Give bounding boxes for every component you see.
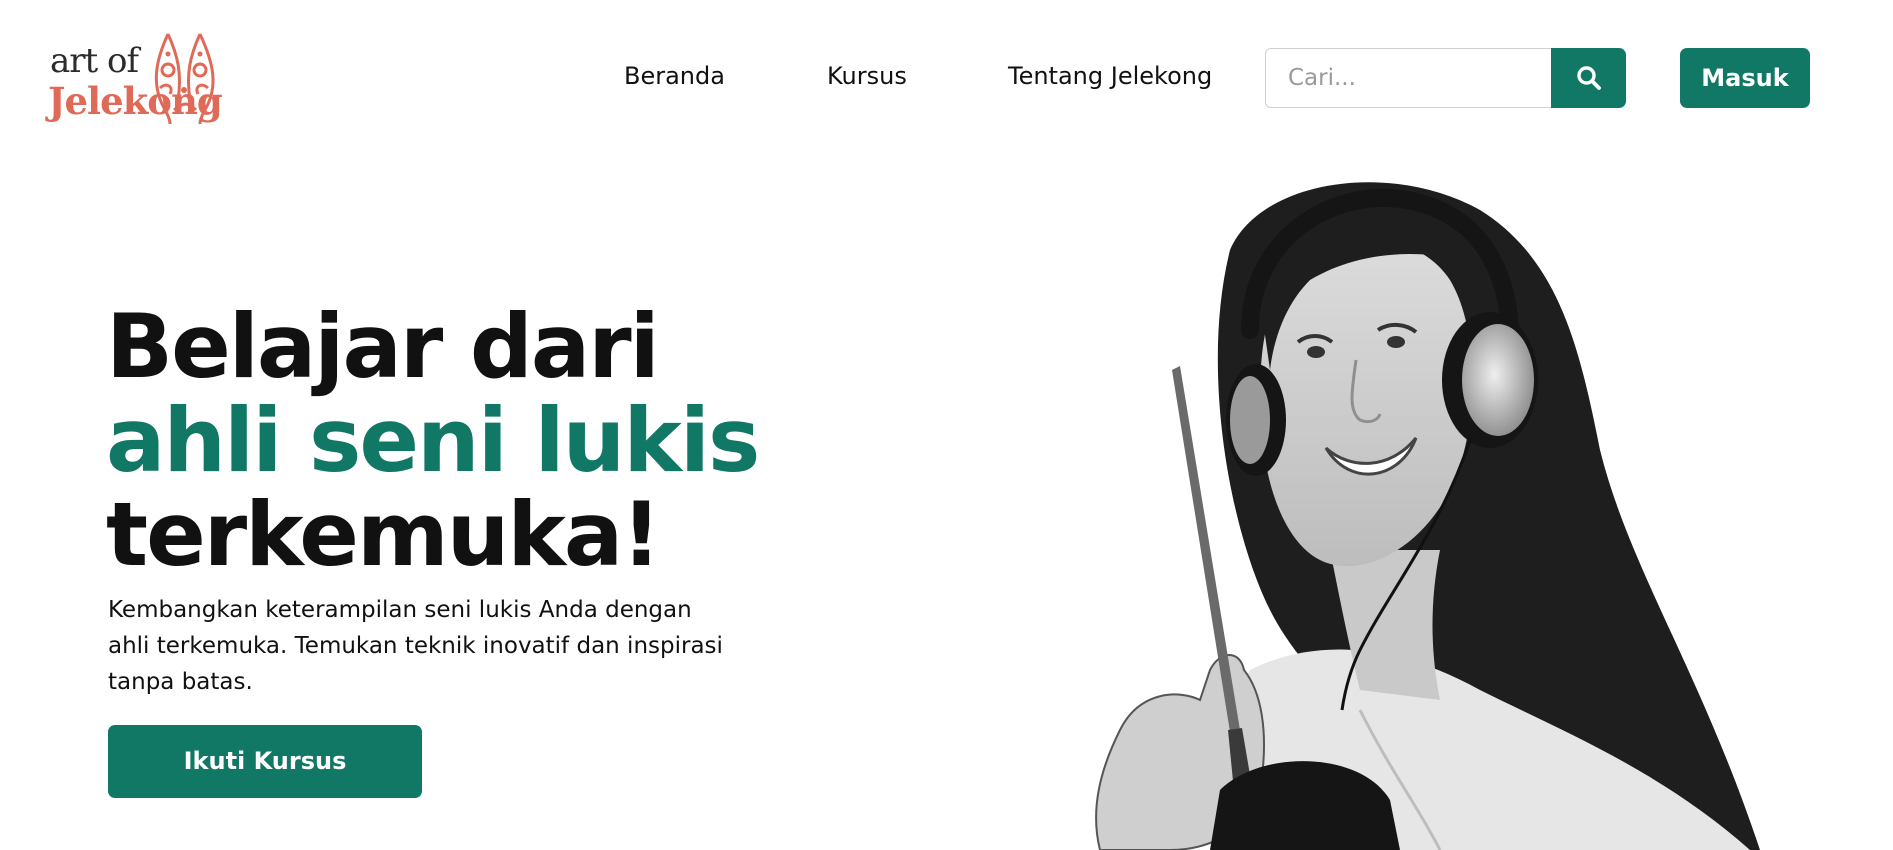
hero-title-line-1: Belajar dari bbox=[106, 295, 660, 398]
search-icon bbox=[1576, 66, 1601, 90]
hero-photo-painter-with-headphones bbox=[1095, 182, 1760, 850]
hero-title: Belajar dari ahli seni lukis terkemuka! bbox=[106, 295, 760, 586]
join-course-button[interactable]: Ikuti Kursus bbox=[108, 725, 422, 798]
nav-item-kursus[interactable]: Kursus bbox=[827, 56, 907, 96]
search-input[interactable] bbox=[1265, 48, 1551, 108]
hero-description: Kembangkan keterampilan seni lukis Anda … bbox=[108, 597, 723, 695]
hero-title-line-2: ahli seni lukis bbox=[106, 389, 760, 492]
wayang-ornament-icon bbox=[154, 33, 215, 125]
landing-page: art of Jelekong Beranda Kursus Tentang J… bbox=[0, 0, 1893, 850]
login-button[interactable]: Masuk bbox=[1680, 48, 1810, 108]
search-button[interactable] bbox=[1551, 48, 1626, 108]
search-bar bbox=[1265, 48, 1626, 108]
hero-title-line-3: terkemuka! bbox=[106, 483, 661, 586]
logo-text-art-of: art of bbox=[50, 41, 139, 81]
site-logo[interactable]: art of Jelekong bbox=[48, 30, 223, 130]
nav-item-beranda[interactable]: Beranda bbox=[624, 56, 725, 96]
nav-item-tentang-jelekong[interactable]: Tentang Jelekong bbox=[1008, 56, 1212, 96]
